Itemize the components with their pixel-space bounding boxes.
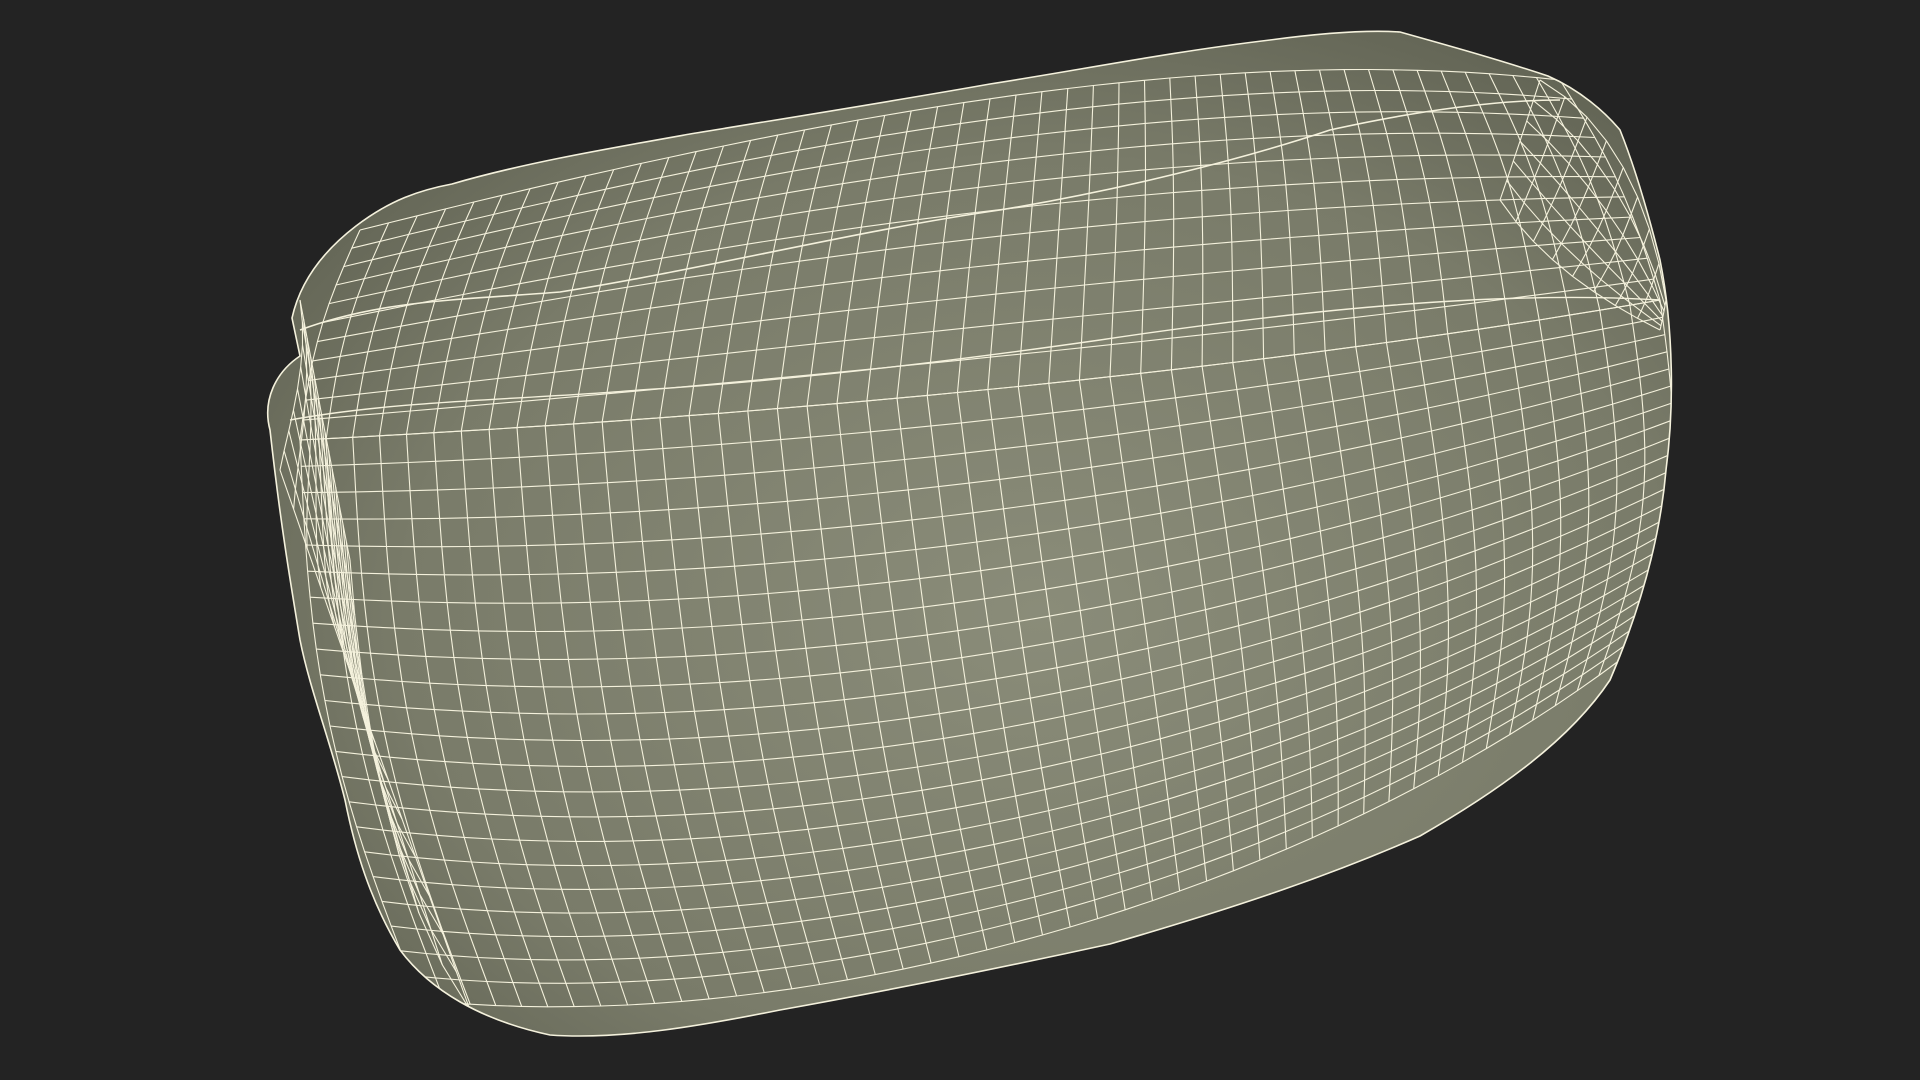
wireframe-render (0, 0, 1920, 1080)
render-viewport (0, 0, 1920, 1080)
